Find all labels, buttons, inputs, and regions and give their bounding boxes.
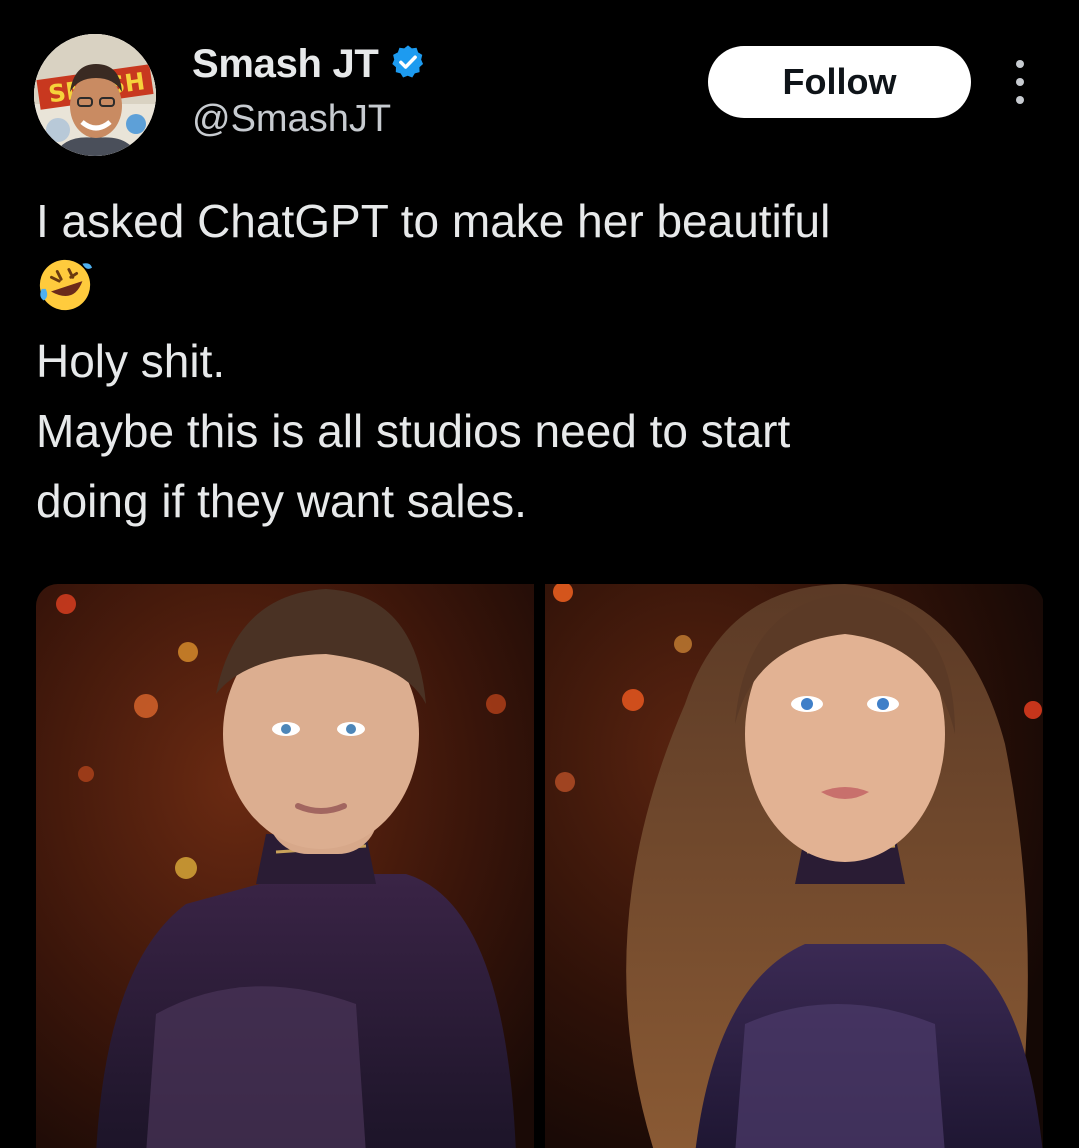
more-dot — [1016, 78, 1024, 86]
superhero-portrait-before — [36, 584, 534, 1148]
post-text-line: I asked ChatGPT to make her beautiful — [36, 195, 831, 247]
more-options-icon[interactable] — [1000, 60, 1040, 104]
post-text-line: doing if they want sales. — [36, 475, 527, 527]
media-image-before[interactable] — [36, 584, 534, 1148]
verified-badge-icon — [389, 43, 427, 86]
laughing-emoji-icon — [36, 256, 1026, 326]
avatar-photo: SMASH — [34, 34, 156, 156]
follow-button[interactable]: Follow — [708, 46, 971, 118]
post-text: I asked ChatGPT to make her beautiful Ho… — [36, 186, 1026, 536]
more-dot — [1016, 96, 1024, 104]
superhero-portrait-after — [545, 584, 1043, 1148]
post-text-line: Holy shit. — [36, 335, 226, 387]
post-media-grid — [36, 584, 1044, 1148]
author-name-row[interactable]: Smash JT — [192, 42, 427, 87]
post-header: SMASH Smash JT @SmashJT Follow — [34, 34, 1044, 156]
author-handle[interactable]: @SmashJT — [192, 98, 391, 141]
media-image-after[interactable] — [545, 584, 1043, 1148]
author-display-name[interactable]: Smash JT — [192, 42, 379, 87]
author-avatar[interactable]: SMASH — [34, 34, 156, 156]
more-dot — [1016, 60, 1024, 68]
post-text-line: Maybe this is all studios need to start — [36, 405, 791, 457]
